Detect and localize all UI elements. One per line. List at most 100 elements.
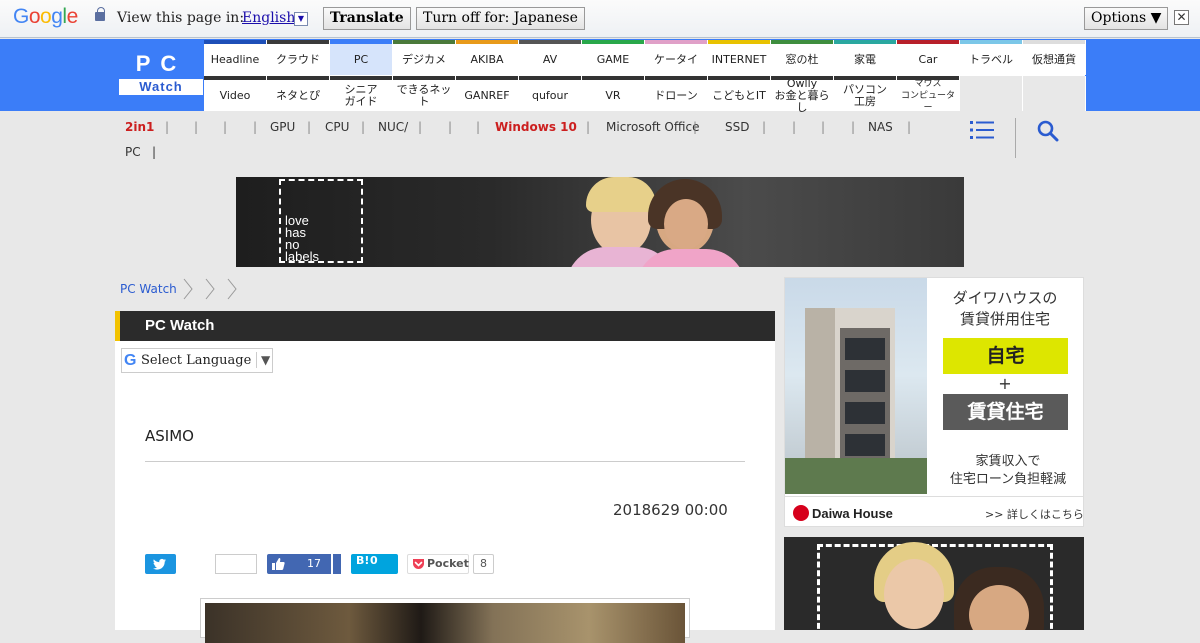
hatena-bookmark-button[interactable]: B! 0 [351,554,398,574]
nav-item[interactable]: PC [330,40,393,75]
subnav-separator: | [361,120,366,134]
target-language-link[interactable]: English [242,10,295,26]
google-logo: Google [13,5,78,29]
section-header: PC Watch [115,311,775,341]
nav-color-bar [645,76,707,80]
ad-headline: ダイワハウスの 賃貸併用住宅 [952,289,1058,328]
pc-watch-logo[interactable]: PC Watch [118,45,204,101]
site-nav: Headline クラウド PC デジカメ AKIBA AV GAME ケータイ INTERNE… [204,40,1086,113]
subnav-item[interactable]: 2in1 [125,120,154,134]
nav-item[interactable]: AV [519,40,582,75]
nav-item[interactable]: マウス コンピューター [897,76,960,113]
search-icon[interactable] [1037,120,1059,142]
subnav-item[interactable]: GPU [270,120,295,134]
nav-item[interactable]: 家電 [834,40,897,75]
subnav-separator: | [693,120,698,134]
subnav-separator: | [307,120,312,134]
nav-item[interactable]: パソコン 工房 [834,76,897,111]
google-logo-letter: g [51,5,63,28]
nav-item[interactable]: シニア ガイド [330,76,393,111]
language-select[interactable]: G Select Language ▼ [121,348,273,373]
subnav-separator: | [762,120,767,134]
menu-icon[interactable] [970,121,994,139]
nav-item[interactable]: Owlly お金と暮らし [771,76,834,113]
nav-item[interactable]: GAME [582,40,645,75]
nav-item[interactable]: qufour [519,76,582,111]
nav-item[interactable]: トラベル [960,40,1023,75]
subnav-separator: | [194,120,199,134]
twitter-share-button[interactable] [145,554,176,574]
nav-item[interactable]: Video [204,76,267,111]
nav-item[interactable]: AKIBA [456,40,519,75]
thumbs-up-icon [272,558,285,570]
translate-button[interactable]: Translate [323,7,411,30]
nav-color-bar [708,76,770,80]
facebook-like-button[interactable]: 17 [267,554,341,574]
options-button[interactable]: Options ▼ [1084,7,1169,30]
nav-color-bar [834,76,896,80]
building-illustration [785,308,927,494]
nav-item[interactable]: ケータイ [645,40,708,75]
daiwa-house-ad[interactable]: ダイワハウスの 賃貸併用住宅 自宅 + 賃貸住宅 家賃収入で 住宅ローン負担軽減… [784,277,1084,527]
nav-color-bar [393,76,455,80]
nav-item[interactable]: ドローン [645,76,708,111]
subnav-item[interactable]: Windows 10 [495,120,577,134]
nav-item[interactable]: 仮想通貨 [1023,40,1086,75]
nav-item[interactable]: 窓の杜 [771,40,834,75]
ad-more-link[interactable]: >> 詳しくはこちら [985,506,1083,522]
close-icon[interactable]: ✕ [1174,10,1189,25]
view-page-label: View this page in: [117,10,245,26]
nav-color-bar [771,76,833,80]
nav-item[interactable]: INTERNET [708,40,771,75]
subnav-item[interactable]: SSD [725,120,749,134]
side-banner-ad[interactable] [784,537,1084,630]
nav-item[interactable]: Car [897,40,960,75]
google-logo-letter: G [13,5,29,28]
nav-item[interactable]: VR [582,76,645,111]
nav-item-label: INTERNET [711,52,767,66]
daiwa-brand: Daiwa House [793,505,893,521]
article-photo-image [205,603,685,643]
nav-item[interactable]: GANREF [456,76,519,111]
breadcrumb-home-link[interactable]: PC Watch [120,282,177,296]
subnav-item[interactable]: Microsoft Office [606,120,699,134]
nav-item[interactable]: クラウド [267,40,330,75]
facebook-share-extra[interactable] [331,554,341,574]
ad-subline: 家賃収入で 住宅ローン負担軽減 [949,454,1067,487]
nav-item-label: ケータイ [654,52,698,66]
nav-color-bar [267,76,329,80]
nav-color-bar [204,40,266,44]
subnav-item[interactable]: CPU [325,120,349,134]
subnav-item-pc[interactable]: PC | [125,145,156,159]
nav-item-label: GANREF [464,88,510,102]
nav-item-label: Car [918,52,938,66]
subnav-item[interactable]: NAS [868,120,893,134]
breadcrumb-chevron-icon [183,278,193,300]
nav-item[interactable]: こどもとIT [708,76,771,111]
nav-item-label: パソコン 工房 [843,82,887,108]
subnav-separator: | [792,120,797,134]
header-divider [1015,118,1016,158]
breadcrumb-chevron-icon [227,278,237,300]
nav-item[interactable]: デジカメ [393,40,456,75]
subnav-separator: | [223,120,228,134]
nav-item[interactable]: Headline [204,40,267,75]
turn-off-button[interactable]: Turn off for: Japanese [416,7,585,30]
google-g-icon: G [124,352,137,369]
nav-color-bar [771,40,833,44]
subnav-separator: | [448,120,453,134]
nav-color-bar [267,40,329,44]
google-logo-letter: e [66,5,79,28]
language-dropdown-icon[interactable]: ▼ [294,12,308,26]
banner-ad[interactable]: love has no labels [236,177,964,267]
ad-plus: + [998,374,1012,393]
pocket-button[interactable]: Pocket [407,554,469,574]
subnav-item[interactable]: NUC/ [378,120,408,134]
google-logo-letter: o [28,5,41,28]
nav-color-bar [204,76,266,80]
nav-item[interactable]: ネタとぴ [267,76,330,111]
article-photo[interactable] [200,598,690,643]
nav-color-bar [519,40,581,44]
nav-item[interactable]: できるネット [393,76,456,111]
pocket-icon [413,559,424,569]
